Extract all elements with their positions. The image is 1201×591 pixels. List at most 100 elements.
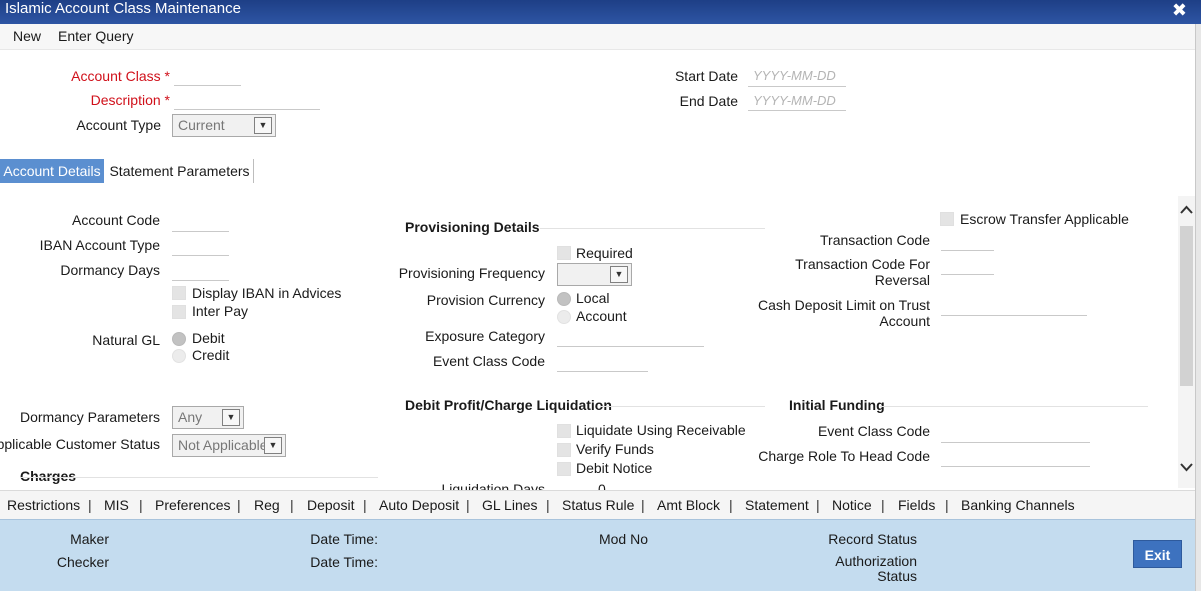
- link-preferences[interactable]: Preferences: [155, 497, 230, 513]
- mod-no-label: Mod No: [598, 531, 648, 547]
- cash-deposit-limit-input[interactable]: [941, 315, 1087, 316]
- credit-label: Credit: [192, 347, 230, 363]
- escrow-transfer-label: Escrow Transfer Applicable: [960, 211, 1129, 227]
- account-class-input[interactable]: [174, 85, 241, 86]
- start-date-input[interactable]: YYYY-MM-DD: [753, 68, 836, 83]
- escrow-transfer-checkbox[interactable]: [940, 212, 954, 226]
- local-radio[interactable]: [557, 292, 571, 306]
- account-class-label: Account Class *: [71, 68, 170, 84]
- record-status-label: Record Status: [828, 531, 917, 547]
- liquidation-days-label: Liquidation Days: [441, 481, 545, 490]
- chevron-down-icon: ▼: [610, 266, 628, 283]
- link-separator: |: [945, 497, 949, 513]
- event-class-code-input[interactable]: [557, 371, 648, 372]
- chevron-up-icon[interactable]: [1179, 203, 1194, 220]
- close-icon[interactable]: ✖: [1172, 0, 1187, 20]
- initial-event-class-code-label: Event Class Code: [817, 423, 930, 439]
- liquidate-receivable-checkbox[interactable]: [557, 424, 571, 438]
- debit-notice-checkbox[interactable]: [557, 462, 571, 476]
- exit-button[interactable]: Exit: [1133, 540, 1182, 568]
- link-auto-deposit[interactable]: Auto Deposit: [379, 497, 459, 513]
- dormancy-days-input[interactable]: [172, 280, 229, 281]
- menu-enter-query[interactable]: Enter Query: [58, 28, 133, 44]
- account-type-select[interactable]: Current ▼: [172, 114, 276, 137]
- transaction-code-reversal-input[interactable]: [941, 274, 994, 275]
- cash-deposit-limit-line2: Account: [879, 313, 930, 329]
- sub-screen-link-bar: Restrictions | MIS | Preferences | Reg |…: [0, 490, 1195, 519]
- maker-date-time-label: Date Time:: [310, 531, 378, 547]
- maker-label: Maker: [70, 531, 109, 547]
- window-border: [1195, 24, 1201, 591]
- initial-funding-divider: [880, 406, 1148, 407]
- link-separator: |: [139, 497, 143, 513]
- window-title: Islamic Account Class Maintenance: [5, 0, 241, 17]
- dormancy-parameters-select[interactable]: Any ▼: [172, 406, 244, 429]
- tab-statement-parameters[interactable]: Statement Parameters: [106, 159, 254, 183]
- applicable-customer-status-label: Applicable Customer Status: [0, 436, 160, 452]
- iban-account-type-input[interactable]: [172, 255, 229, 256]
- exposure-category-label: Exposure Category: [425, 328, 545, 344]
- inter-pay-checkbox[interactable]: [172, 305, 186, 319]
- link-separator: |: [466, 497, 470, 513]
- authorization-status-label: Authorization Status: [835, 554, 917, 584]
- provisioning-frequency-select[interactable]: ▼: [557, 263, 632, 286]
- link-notice[interactable]: Notice: [832, 497, 872, 513]
- transaction-code-label: Transaction Code: [820, 232, 930, 248]
- link-restrictions[interactable]: Restrictions: [7, 497, 80, 513]
- initial-funding-heading: Initial Funding: [789, 397, 885, 413]
- credit-radio[interactable]: [172, 349, 186, 363]
- link-reg[interactable]: Reg: [254, 497, 280, 513]
- link-deposit[interactable]: Deposit: [307, 497, 354, 513]
- account-code-label: Account Code: [72, 212, 160, 228]
- link-statement[interactable]: Statement: [745, 497, 809, 513]
- debit-notice-label: Debit Notice: [576, 460, 653, 476]
- end-date-underline: [748, 110, 846, 111]
- required-checkbox[interactable]: [557, 246, 571, 260]
- tab-account-details[interactable]: Account Details: [0, 159, 104, 183]
- link-gl-lines[interactable]: GL Lines: [482, 497, 538, 513]
- natural-gl-label: Natural GL: [92, 332, 160, 348]
- event-class-code-label: Event Class Code: [432, 353, 545, 369]
- link-separator: |: [881, 497, 885, 513]
- transaction-code-reversal-line1: Transaction Code For: [795, 256, 930, 272]
- liquidation-divider: [600, 406, 765, 407]
- iban-account-type-label: IBAN Account Type: [39, 237, 160, 253]
- account-label: Account: [576, 308, 627, 324]
- verify-funds-checkbox[interactable]: [557, 443, 571, 457]
- chevron-down-icon[interactable]: [1179, 460, 1194, 477]
- initial-event-class-code-input[interactable]: [941, 442, 1090, 443]
- transaction-code-reversal-label: Transaction Code For Reversal: [795, 256, 930, 288]
- menu-new[interactable]: New: [13, 28, 41, 44]
- link-separator: |: [546, 497, 550, 513]
- end-date-input[interactable]: YYYY-MM-DD: [753, 93, 836, 108]
- link-fields[interactable]: Fields: [898, 497, 935, 513]
- link-banking-channels[interactable]: Banking Channels: [961, 497, 1075, 513]
- account-code-input[interactable]: [172, 231, 229, 232]
- link-separator: |: [641, 497, 645, 513]
- account-type-label: Account Type: [76, 117, 161, 133]
- account-radio[interactable]: [557, 310, 571, 324]
- exposure-category-input[interactable]: [557, 346, 704, 347]
- verify-funds-label: Verify Funds: [576, 441, 654, 457]
- charge-role-input[interactable]: [941, 466, 1090, 467]
- scrollbar-thumb[interactable]: [1180, 226, 1193, 386]
- display-iban-checkbox[interactable]: [172, 286, 186, 300]
- link-status-rule[interactable]: Status Rule: [562, 497, 634, 513]
- debit-radio[interactable]: [172, 332, 186, 346]
- chevron-down-icon: ▼: [222, 409, 240, 426]
- chevron-down-icon: ▼: [254, 117, 272, 134]
- title-bar: Islamic Account Class Maintenance ✖: [0, 0, 1201, 24]
- customer-status-select[interactable]: Not Applicable ▼: [172, 434, 286, 457]
- provision-currency-label: Provision Currency: [426, 292, 545, 308]
- link-separator: |: [237, 497, 241, 513]
- link-mis[interactable]: MIS: [104, 497, 129, 513]
- transaction-code-input[interactable]: [941, 250, 994, 251]
- debit-label: Debit: [192, 330, 225, 346]
- inter-pay-label: Inter Pay: [192, 303, 249, 319]
- provisioning-frequency-label: Provisioning Frequency: [398, 265, 545, 281]
- description-input[interactable]: [174, 109, 320, 110]
- clipped-row: Liquidation Days 0: [0, 478, 1178, 490]
- link-amt-block[interactable]: Amt Block: [657, 497, 720, 513]
- checker-label: Checker: [56, 554, 109, 570]
- dormancy-parameters-label: Dormancy Parameters: [19, 409, 160, 425]
